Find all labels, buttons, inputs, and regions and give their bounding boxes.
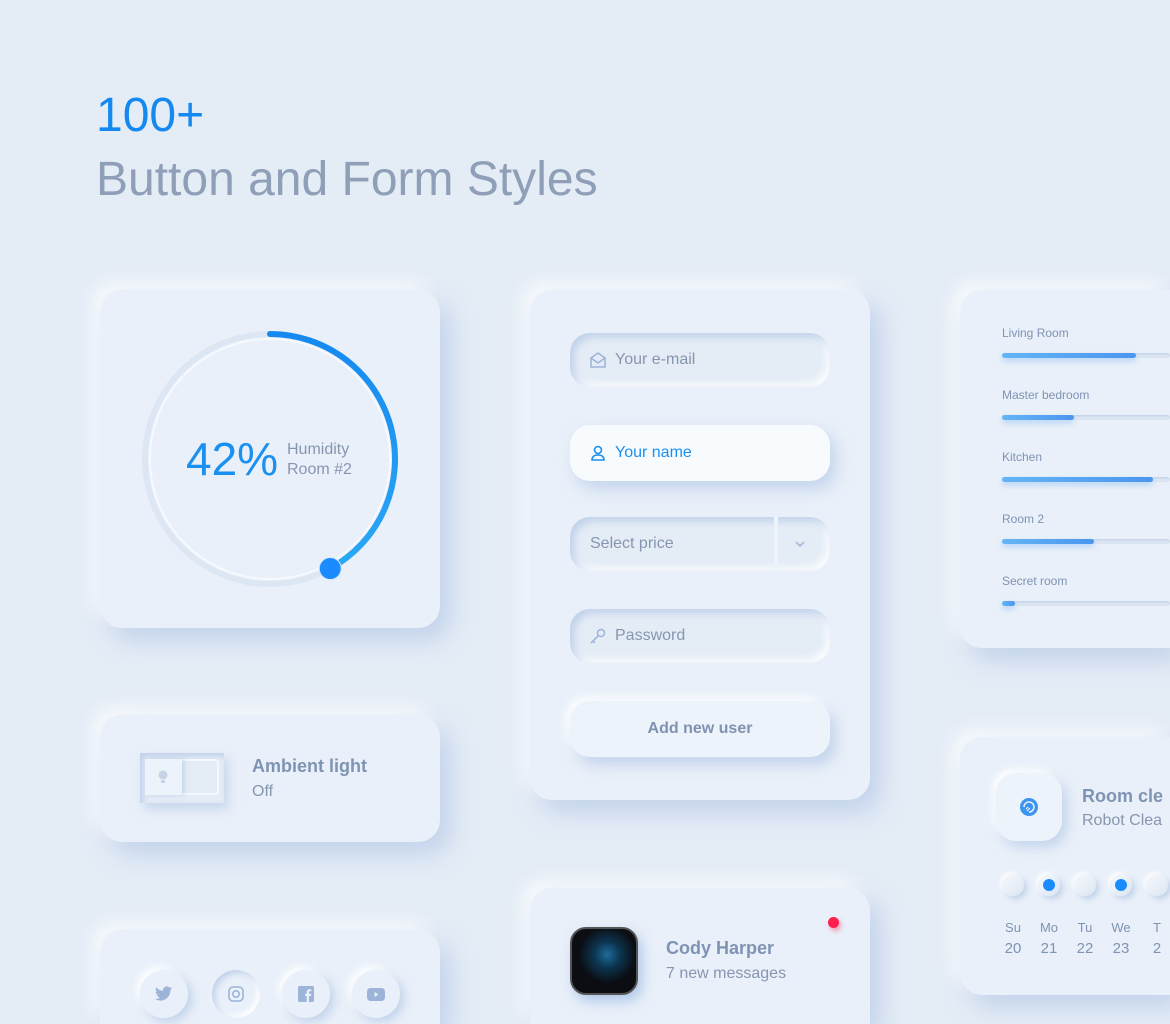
room-slider[interactable]: [1002, 539, 1170, 544]
humidity-card: 42% Humidity Room #2: [100, 290, 440, 628]
facebook-button[interactable]: [282, 970, 330, 1018]
day-number: 22: [1076, 940, 1094, 957]
day-toggle[interactable]: [1002, 874, 1024, 896]
facebook-icon: [298, 986, 314, 1002]
price-placeholder: Select price: [590, 535, 674, 552]
room-slider[interactable]: [1002, 477, 1170, 482]
email-placeholder: Your e-mail: [615, 351, 696, 368]
room-slider[interactable]: [1002, 353, 1170, 358]
password-placeholder: Password: [615, 627, 686, 644]
toggle-knob: [145, 759, 182, 795]
room-slider[interactable]: [1002, 601, 1170, 606]
social-card: [100, 930, 440, 1024]
lightbulb-icon: [158, 770, 168, 783]
room-label: Living Room: [1002, 326, 1069, 340]
instagram-button[interactable]: [212, 970, 260, 1018]
room-label: Secret room: [1002, 574, 1068, 588]
headline-subtitle: Button and Form Styles: [96, 153, 598, 206]
robot-cleaner-icon: [1020, 798, 1038, 816]
day-name: Mo: [1039, 920, 1059, 935]
profile-name: Cody Harper: [666, 938, 775, 958]
youtube-icon: [367, 987, 385, 1001]
humidity-value: 42%: [186, 433, 279, 485]
room-label: Kitchen: [1002, 450, 1043, 464]
cleaner-title: Room cle: [1082, 786, 1164, 806]
chevron-down-icon[interactable]: [794, 540, 806, 548]
add-user-button[interactable]: Add new user: [570, 701, 830, 757]
day-toggle[interactable]: [1038, 874, 1060, 896]
day-name: We: [1111, 920, 1131, 935]
room-slider-fill: [1002, 353, 1137, 358]
day-number: 2: [1152, 940, 1162, 957]
room-slider[interactable]: [1002, 415, 1170, 420]
room-slider-fill: [1002, 539, 1095, 544]
profile-card[interactable]: Cody Harper 7 new messages: [530, 888, 870, 1024]
day-name: Su: [1005, 920, 1021, 935]
ambient-light-status: Off: [252, 783, 274, 800]
robot-cleaner-card: Room cle Robot Clea Su 20 Mo 21 Tu 22 We…: [960, 737, 1170, 995]
day-toggle[interactable]: [1146, 874, 1168, 896]
twitter-icon: [155, 986, 172, 1001]
rooms-card: Living Room Master bedroom Kitchen Room …: [960, 290, 1170, 648]
password-field[interactable]: Password: [570, 609, 830, 663]
room-slider-fill: [1002, 601, 1016, 606]
day-toggle[interactable]: [1110, 874, 1132, 896]
instagram-icon: [228, 986, 244, 1002]
day-number: 20: [1004, 940, 1022, 957]
avatar[interactable]: [570, 927, 638, 995]
room-label: Master bedroom: [1002, 388, 1090, 402]
day-toggle[interactable]: [1074, 874, 1096, 896]
humidity-room: Room #2: [287, 461, 352, 478]
room-slider-fill: [1002, 415, 1075, 420]
name-value: Your name: [615, 444, 692, 461]
user-icon: [591, 445, 605, 461]
cleaner-icon-button[interactable]: [996, 773, 1062, 841]
headline-count: 100+: [96, 89, 205, 142]
notification-dot: [828, 917, 839, 928]
room-slider-fill: [1002, 477, 1154, 482]
day-number: 21: [1040, 940, 1058, 957]
youtube-button[interactable]: [352, 970, 400, 1018]
twitter-button[interactable]: [140, 970, 188, 1018]
day-name: T: [1153, 920, 1161, 935]
key-icon: [590, 628, 606, 644]
day-number: 23: [1112, 940, 1130, 957]
room-label: Room 2: [1002, 512, 1045, 526]
profile-messages: 7 new messages: [666, 965, 787, 982]
day-name: Tu: [1077, 920, 1093, 935]
ambient-light-card: Ambient light Off: [100, 715, 440, 842]
cleaner-subtitle: Robot Clea: [1082, 812, 1163, 829]
email-field[interactable]: Your e-mail: [570, 333, 830, 387]
envelope-icon: [590, 352, 606, 368]
price-select[interactable]: Select price: [570, 517, 830, 571]
ambient-light-toggle[interactable]: [140, 753, 224, 803]
form-card: Your e-mail Your name Select price Passw…: [530, 290, 870, 800]
humidity-label: Humidity: [287, 441, 350, 458]
ambient-light-title: Ambient light: [252, 756, 367, 776]
dial-knob: [318, 557, 342, 581]
name-field[interactable]: Your name: [570, 425, 830, 481]
